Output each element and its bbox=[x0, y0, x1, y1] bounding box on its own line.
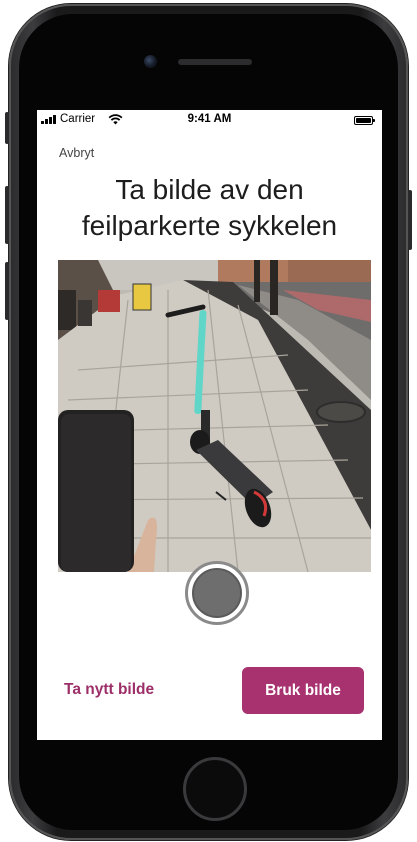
mute-switch bbox=[5, 112, 9, 144]
use-photo-button[interactable]: Bruk bilde bbox=[242, 667, 364, 714]
page-title: Ta bilde av den feilparkerte sykkelen bbox=[81, 174, 338, 241]
app-screen: Carrier 9:41 AM Avbryt Ta bilde av den f… bbox=[37, 110, 382, 740]
scooter-photo bbox=[58, 260, 371, 572]
status-bar: Carrier 9:41 AM bbox=[37, 110, 382, 130]
retake-photo-button[interactable]: Ta nytt bilde bbox=[64, 678, 174, 702]
battery-icon bbox=[354, 116, 375, 125]
front-camera-icon bbox=[144, 55, 157, 68]
shutter-button[interactable] bbox=[185, 561, 249, 625]
photo-preview bbox=[58, 260, 371, 572]
volume-up-button bbox=[5, 186, 9, 244]
shutter-button-icon bbox=[192, 568, 242, 618]
volume-down-button bbox=[5, 262, 9, 320]
status-time: 9:41 AM bbox=[187, 113, 232, 125]
home-button[interactable] bbox=[183, 757, 247, 821]
earpiece-speaker bbox=[178, 59, 252, 65]
cancel-link[interactable]: Avbryt bbox=[59, 146, 94, 160]
power-button bbox=[408, 190, 412, 250]
